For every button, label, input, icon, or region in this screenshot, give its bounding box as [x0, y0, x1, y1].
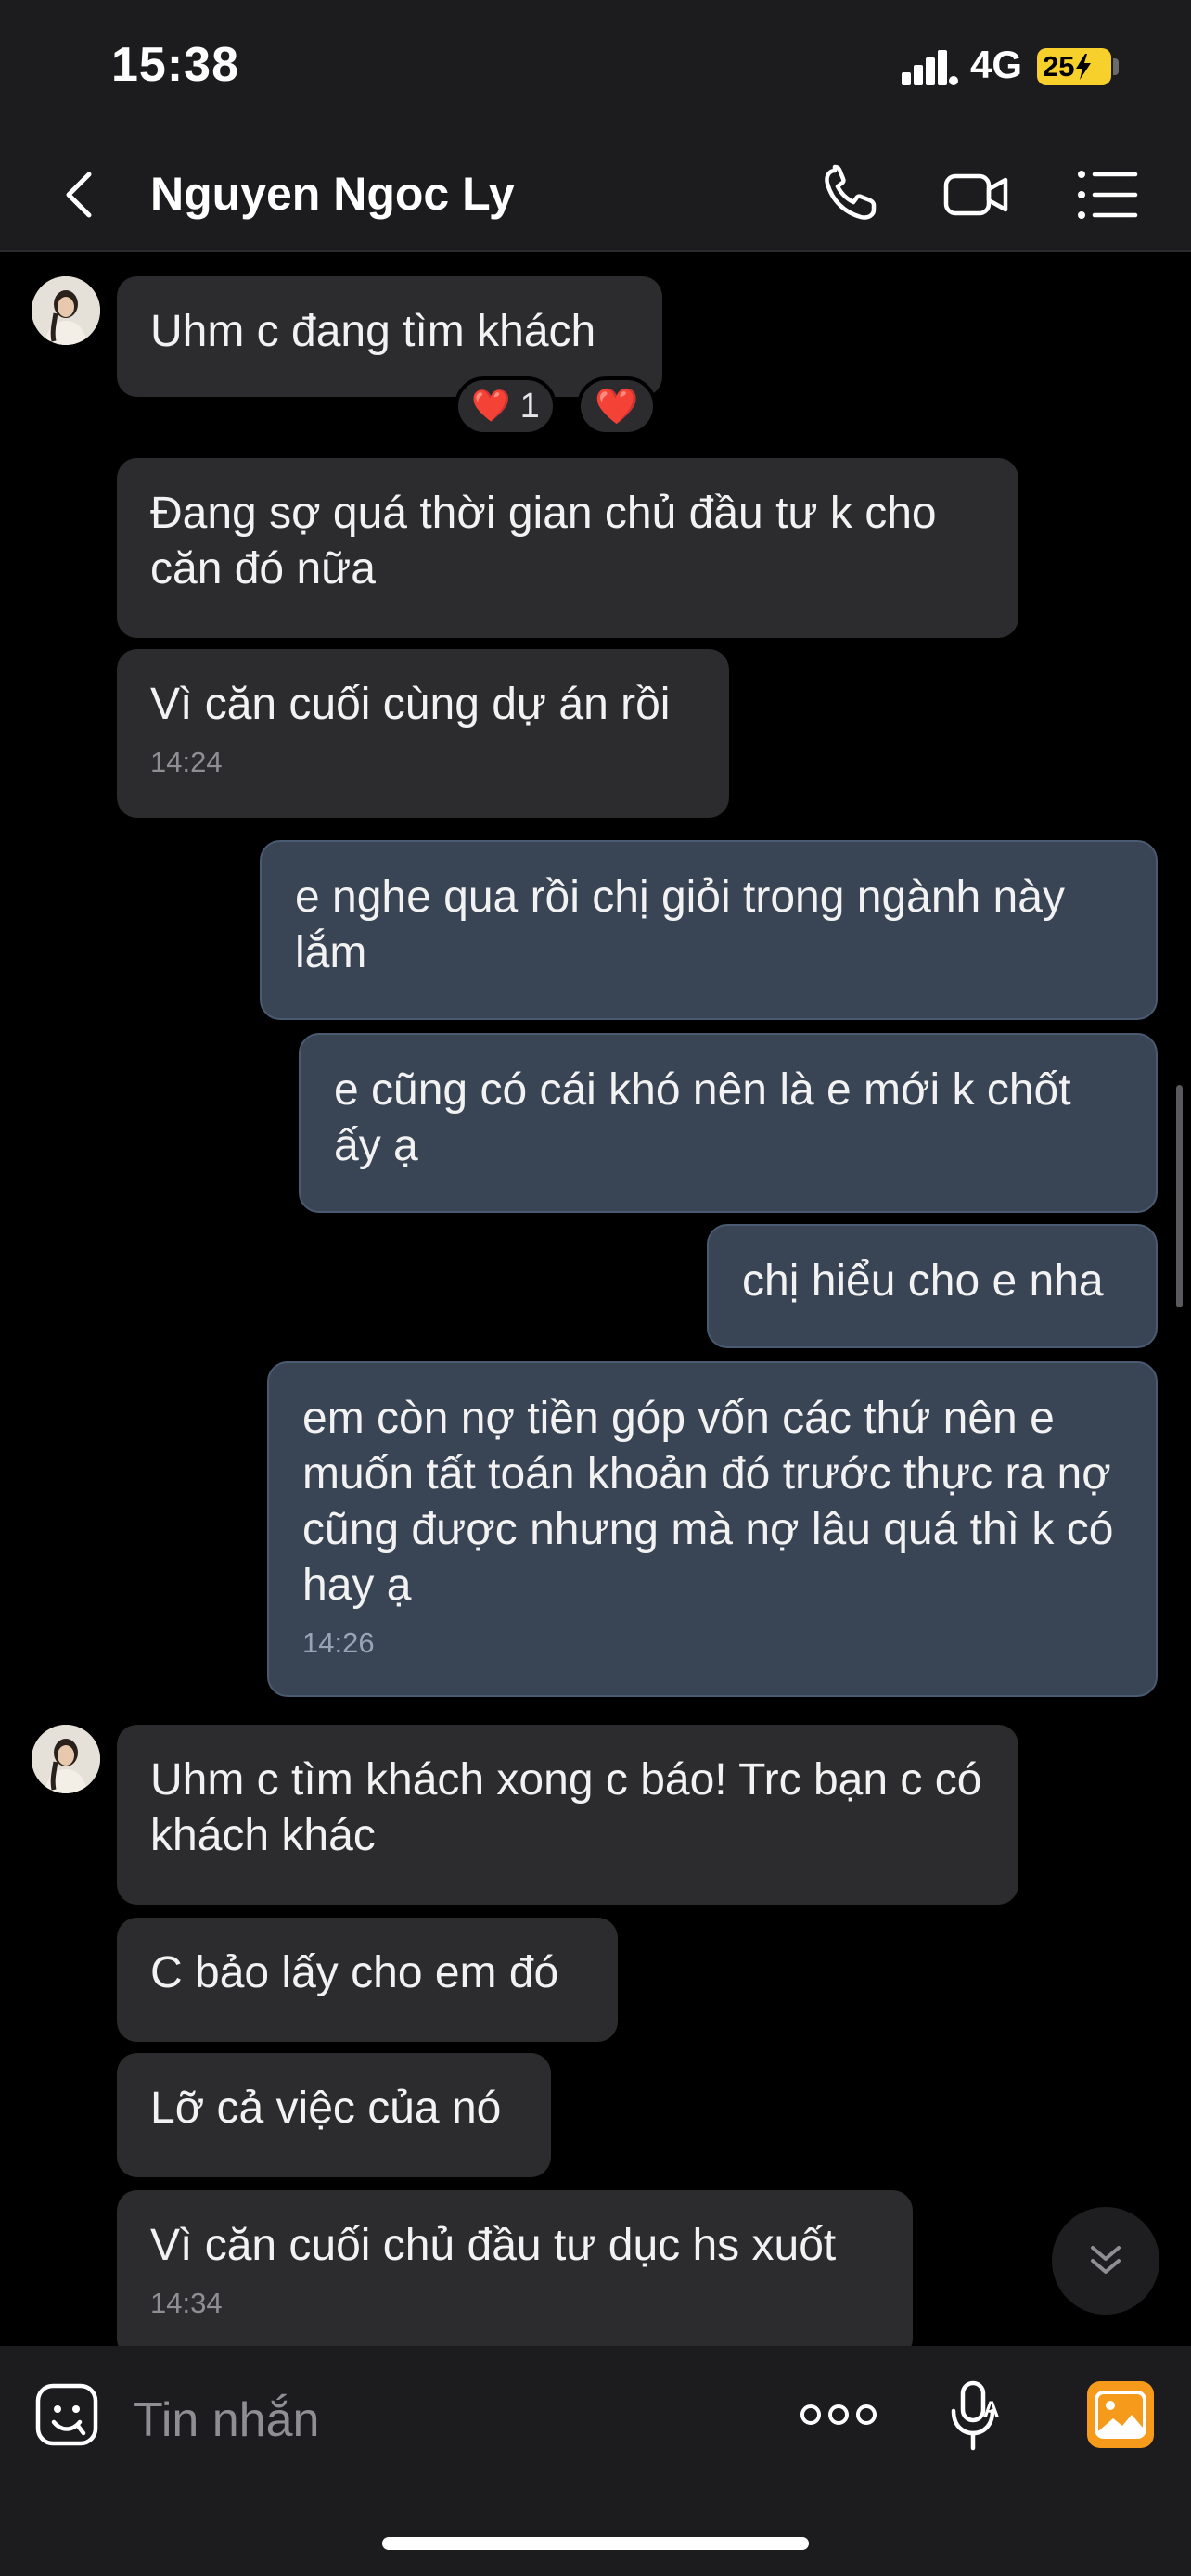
scrollbar[interactable]	[1176, 1085, 1183, 1307]
status-time: 15:38	[111, 38, 239, 92]
list-menu-icon[interactable]	[1074, 161, 1141, 228]
svg-text:A: A	[983, 2397, 999, 2422]
message-text: e cũng có cái khó nên là e mới k chốt ấy…	[334, 1065, 1071, 1170]
message-bubble-incoming[interactable]: Uhm c đang tìm khách	[117, 276, 662, 397]
chevron-left-icon[interactable]	[54, 167, 109, 223]
video-camera-icon[interactable]	[942, 161, 1009, 228]
network-type: 4G	[970, 43, 1023, 86]
home-indicator[interactable]	[382, 2537, 809, 2550]
message-text: C bảo lấy cho em đó	[150, 1948, 559, 1997]
message-timestamp: 14:34	[150, 2287, 223, 2319]
message-text: Lỡ cả việc của nó	[150, 2084, 502, 2133]
message-timestamp: 14:26	[302, 1626, 375, 1659]
avatar-portrait	[32, 1725, 100, 1793]
message-bubble-incoming[interactable]: Vì căn cuối cùng dự án rồi 14:24	[117, 649, 729, 818]
message-bubble-outgoing[interactable]: em còn nợ tiền góp vốn các thứ nên e muố…	[267, 1361, 1158, 1697]
message-text: Vì căn cuối chủ đầu tư dục hs xuốt	[150, 2221, 837, 2270]
message-text: Đang sợ quá thời gian chủ đầu tư k cho c…	[150, 489, 937, 593]
message-bubble-outgoing[interactable]: chị hiểu cho e nha	[707, 1224, 1158, 1348]
message-bubble-incoming[interactable]: Lỡ cả việc của nó	[117, 2053, 551, 2177]
image-gallery-icon[interactable]	[1085, 2379, 1156, 2450]
message-text: Vì căn cuối cùng dự án rồi	[150, 680, 671, 729]
message-input[interactable]	[132, 2387, 766, 2454]
message-bubble-incoming[interactable]: C bảo lấy cho em đó	[117, 1918, 618, 2042]
signal-strength-icon	[902, 50, 958, 85]
contact-name[interactable]: Nguyen Ngoc Ly	[150, 167, 515, 221]
reaction-count: 1	[519, 386, 540, 426]
message-text: Uhm c tìm khách xong c báo! Trc bạn c có…	[150, 1755, 982, 1860]
scroll-to-bottom-button[interactable]	[1052, 2207, 1159, 2315]
sticker-face-icon[interactable]	[33, 2381, 100, 2448]
message-text: em còn nợ tiền góp vốn các thứ nên e muố…	[302, 1394, 1114, 1610]
battery-cap	[1113, 58, 1119, 75]
phone-icon[interactable]	[816, 161, 883, 228]
contact-avatar[interactable]	[32, 276, 100, 345]
battery-indicator: 25	[1037, 48, 1111, 85]
heart-icon: ❤️	[595, 385, 639, 427]
more-dots-icon[interactable]	[800, 2398, 877, 2431]
message-timestamp: 14:24	[150, 746, 223, 778]
charging-bolt-icon	[1076, 54, 1092, 80]
reaction-badge[interactable]: ❤️ 1	[455, 376, 557, 436]
message-text: e nghe qua rồi chị giỏi trong ngành này …	[295, 873, 1065, 977]
message-bubble-incoming[interactable]: Uhm c tìm khách xong c báo! Trc bạn c có…	[117, 1725, 1018, 1905]
contact-avatar[interactable]	[32, 1725, 100, 1793]
message-bubble-outgoing[interactable]: e nghe qua rồi chị giỏi trong ngành này …	[260, 840, 1158, 1020]
message-bubble-incoming[interactable]: Đang sợ quá thời gian chủ đầu tư k cho c…	[117, 458, 1018, 638]
double-chevron-down-icon	[1091, 2246, 1121, 2274]
heart-icon: ❤️	[471, 388, 511, 425]
message-text: Uhm c đang tìm khách	[150, 307, 596, 356]
message-text: chị hiểu cho e nha	[742, 1256, 1104, 1306]
battery-level: 25	[1043, 50, 1075, 83]
chat-header: Nguyen Ngoc Ly	[0, 139, 1191, 252]
chat-area[interactable]: Uhm c đang tìm khách ❤️ 1 ❤️ Đang sợ quá…	[0, 252, 1191, 2359]
add-reaction-button[interactable]: ❤️	[577, 376, 657, 436]
message-bubble-incoming[interactable]: Vì căn cuối chủ đầu tư dục hs xuốt 14:34	[117, 2190, 913, 2359]
avatar-portrait	[32, 276, 100, 345]
microphone-icon[interactable]: A	[944, 2379, 1005, 2454]
status-bar: 15:38 4G 25	[0, 0, 1191, 139]
message-bubble-outgoing[interactable]: e cũng có cái khó nên là e mới k chốt ấy…	[299, 1033, 1158, 1213]
